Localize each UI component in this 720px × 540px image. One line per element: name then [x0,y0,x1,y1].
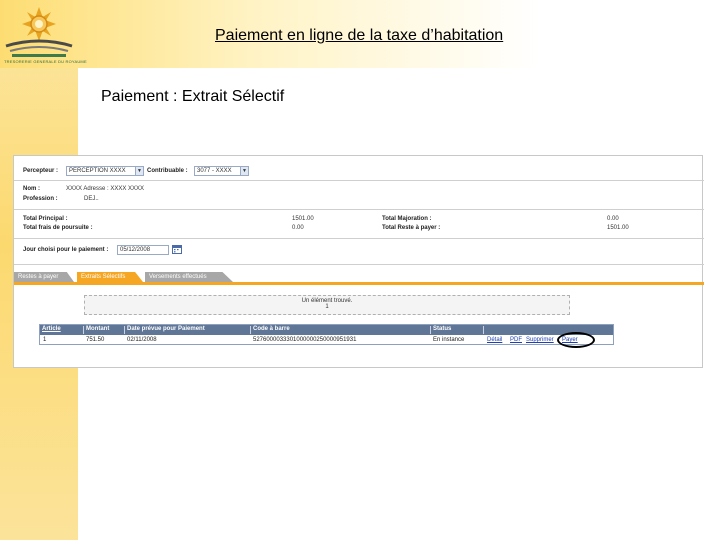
payment-date-input[interactable]: 05/12/2008 [117,245,169,255]
column-header-montant: Montant [83,326,109,334]
chevron-down-icon: ▼ [240,167,248,175]
cell-status: En instance [433,337,465,343]
highlight-circle [557,332,595,348]
tab-restes-a-payer[interactable]: Restes à payer [14,272,74,282]
treasury-logo-icon [5,7,73,57]
total-reste-value: 1501.00 [607,225,629,231]
tab-bar-underline [14,282,704,285]
table-header-row: Article Montant Date prévue pour Paiemen… [40,325,613,335]
percepteur-label: Percepteur : [23,168,59,174]
cell-montant: 751.50 [86,337,105,343]
tab-label: Restes à payer [18,274,59,280]
cell-date: 02/11/2008 [127,337,157,343]
total-frais-label: Total frais de poursuite : [23,225,93,231]
logo-caption: TRESORERIE GENERALE DU ROYAUME [4,59,87,64]
result-message-box: Un élément trouvé. 1 [84,295,570,315]
payment-date-label: Jour choisi pour le paiement : [23,247,109,253]
total-principal-label: Total Principal : [23,216,68,222]
contribuable-label: Contribuable : [147,168,188,174]
calendar-icon[interactable] [172,244,182,254]
payment-date-value: 05/12/2008 [120,247,151,253]
nom-value: XXXX Adresse : XXXX XXXX [66,186,145,192]
divider [14,209,704,210]
total-reste-label: Total Reste à payer : [382,225,441,231]
contribuable-select[interactable]: 3077 - XXXX ▼ [194,166,249,176]
result-page-number: 1 [325,304,329,310]
tab-extraits-selectifs[interactable]: Extraits Sélectifs [77,272,143,282]
app-screenshot-panel: Percepteur : PERCEPTION XXXX ▼ Contribua… [13,155,704,368]
percepteur-value: PERCEPTION XXXX [69,168,126,174]
percepteur-select[interactable]: PERCEPTION XXXX ▼ [66,166,144,176]
column-header-status: Status [430,326,451,334]
nom-label: Nom : [23,186,40,192]
tab-versements-effectues[interactable]: Versements effectués [145,272,233,282]
results-table: Article Montant Date prévue pour Paiemen… [39,324,614,345]
contribuable-value: 3077 - XXXX [197,168,232,174]
column-header-actions [483,326,615,334]
pdf-link[interactable]: PDF [510,337,522,343]
column-header-article[interactable]: Article [40,326,61,334]
slide-title: Paiement en ligne de la taxe d’habitatio… [215,27,504,44]
tab-label: Versements effectués [149,274,207,280]
total-principal-value: 1501.00 [292,216,314,222]
supprimer-link[interactable]: Supprimer [526,337,554,343]
total-majoration-label: Total Majoration : [382,216,432,222]
profession-value: DEJ.. [84,196,99,202]
column-header-code: Code à barre [250,326,290,334]
column-header-date: Date prévue pour Paiement [124,326,205,334]
cell-article: 1 [43,337,47,343]
cell-code: 5276000033301000000250000951931 [253,337,357,343]
total-majoration-value: 0.00 [607,216,619,222]
result-message: Un élément trouvé. 1 [85,298,569,310]
total-frais-value: 0.00 [292,225,304,231]
profession-label: Profession : [23,196,58,202]
detail-link[interactable]: Détail [487,337,502,343]
divider [14,238,704,239]
tab-label: Extraits Sélectifs [81,274,126,280]
divider [14,264,704,265]
divider [14,180,704,181]
chevron-down-icon: ▼ [135,167,143,175]
slide-subtitle: Paiement : Extrait Sélectif [101,88,285,105]
